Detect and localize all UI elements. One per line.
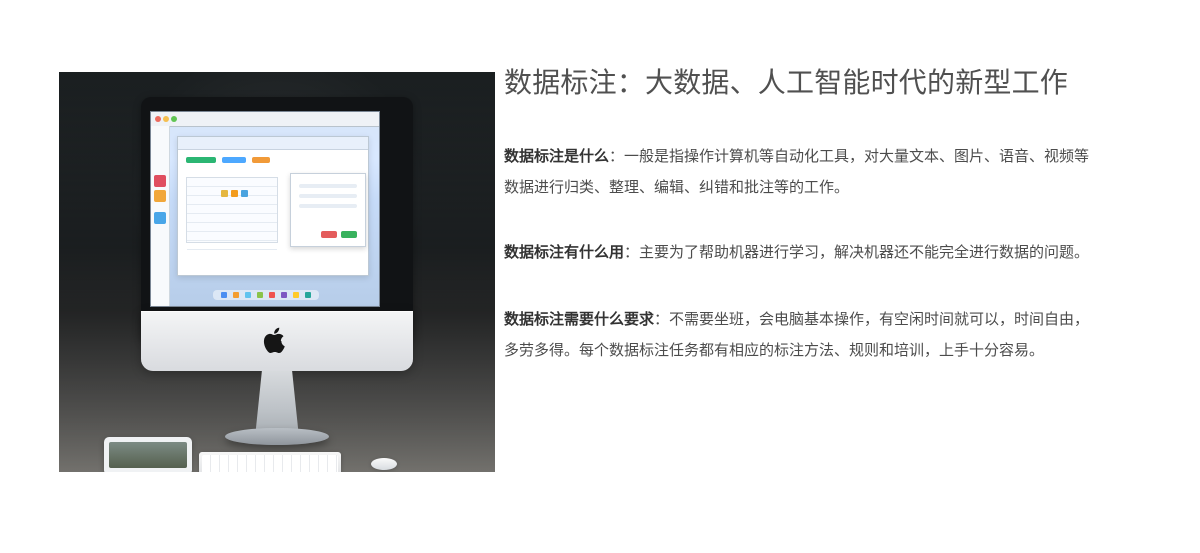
sidebar-icon-orange bbox=[154, 190, 166, 202]
dialog-line bbox=[299, 204, 357, 208]
section-label: 数据标注需要什么要求 bbox=[504, 310, 655, 328]
article-content: 数据标注：大数据、人工智能时代的新型工作 数据标注是什么：一般是指操作计算机等自… bbox=[504, 64, 1094, 366]
apple-logo bbox=[260, 325, 290, 355]
apple-logo-icon bbox=[263, 327, 285, 354]
screen-top-bar bbox=[151, 112, 379, 127]
section-label: 数据标注是什么 bbox=[504, 147, 610, 165]
section-requirements: 数据标注需要什么要求：不需要坐班，会电脑基本操作，有空闲时间就可以，时间自由，多… bbox=[504, 304, 1094, 366]
sidebar-icon-red bbox=[154, 175, 166, 187]
panel-header bbox=[178, 137, 368, 150]
panel-chip-orange bbox=[252, 157, 270, 163]
dock-icon bbox=[269, 292, 275, 298]
section-text: ：主要为了帮助机器进行学习，解决机器还不能完全进行数据的问题。 bbox=[624, 243, 1090, 261]
dialog-line bbox=[299, 194, 357, 198]
calendar-grid bbox=[186, 177, 278, 250]
keyboard bbox=[199, 452, 341, 472]
screen-sidebar bbox=[151, 126, 170, 306]
dialog-save-button bbox=[341, 231, 357, 238]
window-close-icon bbox=[155, 116, 161, 122]
dock-icon bbox=[281, 292, 287, 298]
dialog-cancel-button bbox=[321, 231, 337, 238]
section-what: 数据标注是什么：一般是指操作计算机等自动化工具，对大量文本、图片、语音、视频等数… bbox=[504, 141, 1094, 203]
panel-chip-green bbox=[186, 157, 216, 163]
dock-icon bbox=[233, 292, 239, 298]
screen-panel bbox=[177, 136, 369, 276]
window-zoom-icon bbox=[171, 116, 177, 122]
imac-screen bbox=[150, 111, 380, 307]
calendar-chip bbox=[241, 190, 248, 197]
page: 数据标注：大数据、人工智能时代的新型工作 数据标注是什么：一般是指操作计算机等自… bbox=[0, 0, 1200, 553]
sidebar-icon-blue bbox=[154, 212, 166, 224]
dock-bar bbox=[213, 290, 319, 300]
section-label: 数据标注有什么用 bbox=[504, 243, 625, 261]
panel-chip-blue bbox=[222, 157, 246, 163]
dock-icon bbox=[305, 292, 311, 298]
dialog-window bbox=[290, 173, 366, 247]
dock-icon bbox=[293, 292, 299, 298]
dock-icon bbox=[245, 292, 251, 298]
calendar-chip bbox=[231, 190, 238, 197]
tablet-device bbox=[104, 437, 192, 472]
imac-stand-neck bbox=[255, 371, 299, 436]
dock-icon bbox=[221, 292, 227, 298]
dock-icon bbox=[257, 292, 263, 298]
section-use: 数据标注有什么用：主要为了帮助机器进行学习，解决机器还不能完全进行数据的问题。 bbox=[504, 237, 1094, 268]
dialog-line bbox=[299, 184, 357, 188]
window-minimize-icon bbox=[163, 116, 169, 122]
mouse bbox=[371, 458, 397, 470]
hero-photo bbox=[59, 72, 495, 472]
imac-stand-foot bbox=[225, 428, 329, 445]
calendar-chip bbox=[221, 190, 228, 197]
tablet-screen bbox=[109, 442, 187, 468]
page-title: 数据标注：大数据、人工智能时代的新型工作 bbox=[504, 66, 1069, 99]
